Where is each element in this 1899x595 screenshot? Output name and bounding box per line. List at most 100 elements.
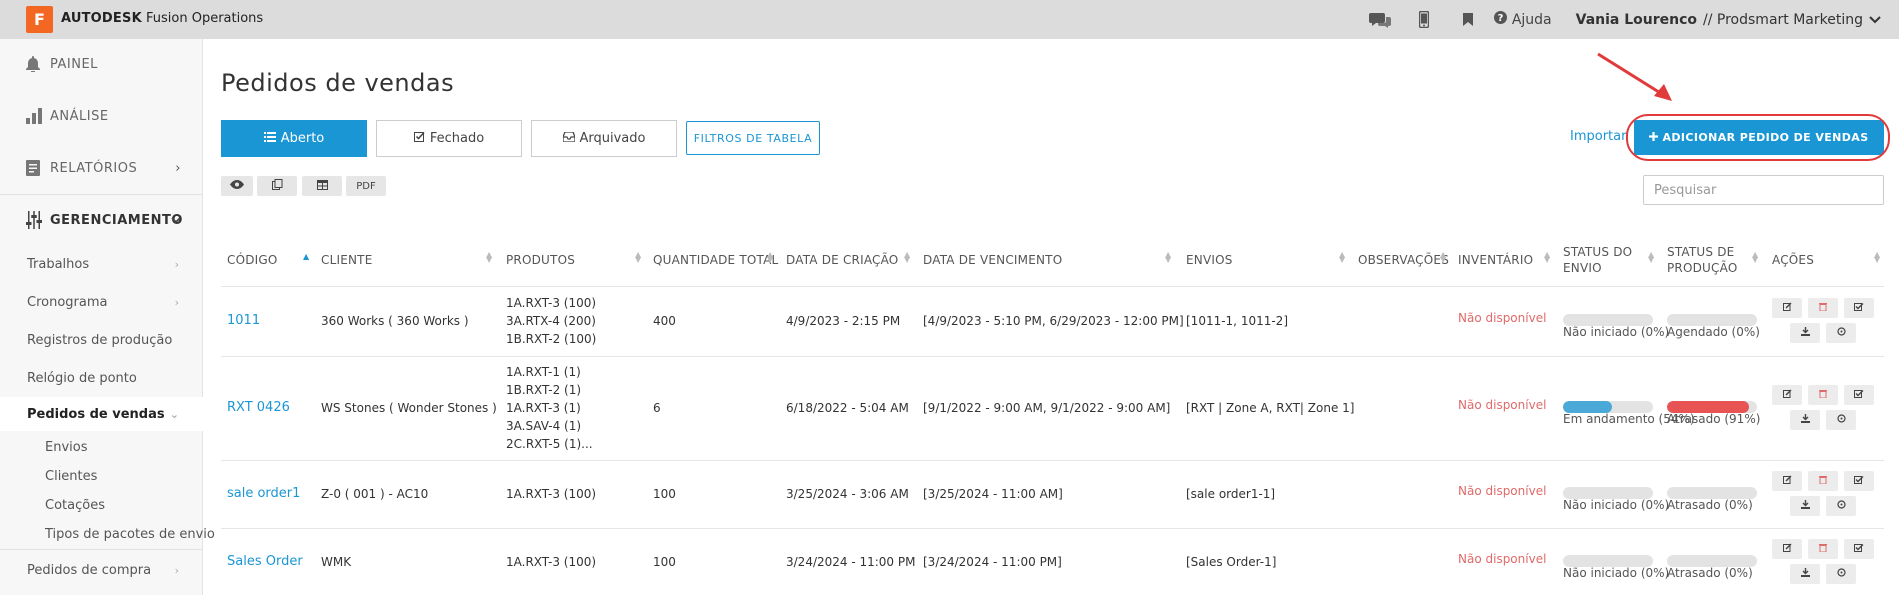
- tab-label: Aberto: [280, 131, 325, 146]
- order-code-link[interactable]: RXT 0426: [227, 399, 290, 417]
- col-header-envios[interactable]: ENVIOS: [1186, 252, 1233, 268]
- sidebar-item-clientes[interactable]: Clientes: [45, 469, 97, 484]
- table-filters-button[interactable]: FILTROS DE TABELA: [686, 121, 820, 155]
- close-order-button[interactable]: [1844, 298, 1874, 318]
- settings-button[interactable]: [1826, 410, 1856, 430]
- production-status-label: Atrasado (91%): [1667, 412, 1761, 426]
- fusion-logo[interactable]: F: [26, 6, 53, 33]
- product-line: 1B.RXT-2 (1): [506, 383, 582, 397]
- search-input[interactable]: [1643, 175, 1884, 205]
- inventory-status: Não disponível: [1458, 484, 1547, 498]
- col-header-inventario[interactable]: INVENTÁRIO: [1458, 252, 1533, 268]
- download-icon: [1800, 327, 1810, 339]
- download-icon: [1800, 568, 1810, 580]
- col-header-observacoes[interactable]: OBSERVAÇÕES: [1358, 252, 1449, 268]
- download-button[interactable]: [1790, 496, 1820, 516]
- creation-date-cell: 6/18/2022 - 5:04 AM: [786, 401, 909, 415]
- delete-button[interactable]: [1808, 298, 1838, 318]
- help-label: Ajuda: [1511, 11, 1552, 28]
- quantity-cell: 100: [653, 555, 676, 569]
- quantity-cell: 400: [653, 314, 676, 328]
- col-header-status-envio[interactable]: STATUS DO ENVIO: [1563, 244, 1632, 276]
- product-line: 1A.RXT-3 (100): [506, 555, 597, 569]
- sidebar-item-label: PAINEL: [50, 56, 98, 72]
- sidebar-item-label: GERENCIAMENTO: [50, 212, 183, 228]
- sidebar-item-relatorios[interactable]: RELATÓRIOS ›: [0, 143, 203, 193]
- col-header-criacao[interactable]: DATA DE CRIAÇÃO: [786, 252, 898, 268]
- settings-button[interactable]: [1826, 323, 1856, 343]
- quantity-cell: 6: [653, 401, 661, 415]
- sidebar-item-pedidos-compra[interactable]: Pedidos de compra ›: [0, 553, 203, 587]
- inventory-status: Não disponível: [1458, 552, 1547, 566]
- creation-date-cell: 3/25/2024 - 3:06 AM: [786, 487, 909, 501]
- header-line: ENVIO: [1563, 261, 1602, 275]
- delete-button[interactable]: [1808, 471, 1838, 491]
- close-order-button[interactable]: [1844, 539, 1874, 559]
- col-header-vencimento[interactable]: DATA DE VENCIMENTO: [923, 252, 1062, 268]
- download-button[interactable]: [1790, 323, 1820, 343]
- col-header-codigo[interactable]: CÓDIGO: [227, 252, 278, 268]
- chevron-right-icon: ›: [174, 563, 179, 577]
- sort-icon: ▲ ▼: [1440, 250, 1447, 264]
- sidebar-item-gerenciamento[interactable]: GERENCIAMENTO: [0, 195, 203, 245]
- sidebar-item-pedidos-vendas[interactable]: Pedidos de vendas ⌄: [0, 397, 203, 431]
- order-code-link[interactable]: sale order1: [227, 485, 300, 503]
- edit-button[interactable]: [1772, 539, 1802, 559]
- bell-icon: [26, 56, 46, 72]
- close-order-button[interactable]: [1844, 471, 1874, 491]
- sidebar-item-cotacoes[interactable]: Cotações: [45, 498, 105, 513]
- sidebar-item-painel[interactable]: PAINEL: [0, 39, 203, 89]
- sidebar-item-relogio[interactable]: Relógio de ponto: [0, 361, 203, 395]
- export-csv-button[interactable]: [302, 176, 342, 196]
- copy-button[interactable]: [257, 176, 297, 196]
- edit-button[interactable]: [1772, 471, 1802, 491]
- org-name: // Prodsmart Marketing: [1703, 11, 1863, 28]
- sidebar-item-analise[interactable]: ANÁLISE: [0, 91, 203, 141]
- sidebar-item-envios[interactable]: Envios: [45, 440, 88, 455]
- check-square-icon: [413, 131, 425, 146]
- col-header-quantidade[interactable]: QUANTIDADE TOTAL: [653, 252, 778, 268]
- tab-fechado[interactable]: Fechado: [376, 120, 522, 157]
- quantity-cell: 100: [653, 487, 676, 501]
- delete-button[interactable]: [1808, 385, 1838, 405]
- sidebar-item-label: Cronograma: [27, 294, 108, 310]
- help-link[interactable]: ? Ajuda: [1493, 11, 1552, 28]
- settings-button[interactable]: [1826, 496, 1856, 516]
- bookmark-icon[interactable]: [1446, 0, 1490, 39]
- check-square-icon: [1854, 389, 1864, 401]
- col-header-produtos[interactable]: PRODUTOS: [506, 252, 575, 268]
- table-divider: [221, 356, 1884, 357]
- shipping-status-label: Não iniciado (0%): [1563, 325, 1670, 339]
- delete-button[interactable]: [1808, 539, 1838, 559]
- chat-icon[interactable]: [1358, 0, 1402, 39]
- mobile-icon[interactable]: [1402, 0, 1446, 39]
- toggle-columns-button[interactable]: [221, 176, 253, 196]
- trash-icon: [1819, 389, 1827, 401]
- header-line: STATUS DE: [1667, 245, 1735, 259]
- close-order-button[interactable]: [1844, 385, 1874, 405]
- col-header-cliente[interactable]: CLIENTE: [321, 252, 372, 268]
- settings-icon: [1836, 327, 1846, 339]
- tab-arquivado[interactable]: Arquivado: [531, 120, 677, 157]
- bar-chart-icon: [26, 108, 46, 124]
- order-code-link[interactable]: Sales Order: [227, 553, 303, 571]
- settings-button[interactable]: [1826, 564, 1856, 584]
- user-menu[interactable]: Vania Lourenco // Prodsmart Marketing: [1576, 12, 1881, 28]
- order-code-link[interactable]: 1011: [227, 312, 260, 330]
- edit-button[interactable]: [1772, 385, 1802, 405]
- download-button[interactable]: [1790, 564, 1820, 584]
- sidebar-item-tipos-pacotes[interactable]: Tipos de pacotes de envio: [45, 527, 215, 542]
- shipping-status-label: Não iniciado (0%): [1563, 498, 1670, 512]
- sidebar-item-registros[interactable]: Registros de produção: [0, 323, 203, 357]
- product-line: 1A.RXT-3 (100): [506, 296, 597, 310]
- tab-aberto[interactable]: Aberto: [221, 120, 367, 157]
- col-header-status-producao[interactable]: STATUS DE PRODUÇÃO: [1667, 244, 1737, 276]
- import-link[interactable]: Importar: [1570, 129, 1626, 144]
- export-pdf-button[interactable]: PDF: [346, 176, 386, 196]
- sidebar-item-trabalhos[interactable]: Trabalhos ›: [0, 247, 203, 281]
- sidebar-item-cronograma[interactable]: Cronograma ›: [0, 285, 203, 319]
- download-button[interactable]: [1790, 410, 1820, 430]
- eye-icon: [230, 180, 244, 192]
- edit-button[interactable]: [1772, 298, 1802, 318]
- production-status-label: Atrasado (0%): [1667, 566, 1753, 580]
